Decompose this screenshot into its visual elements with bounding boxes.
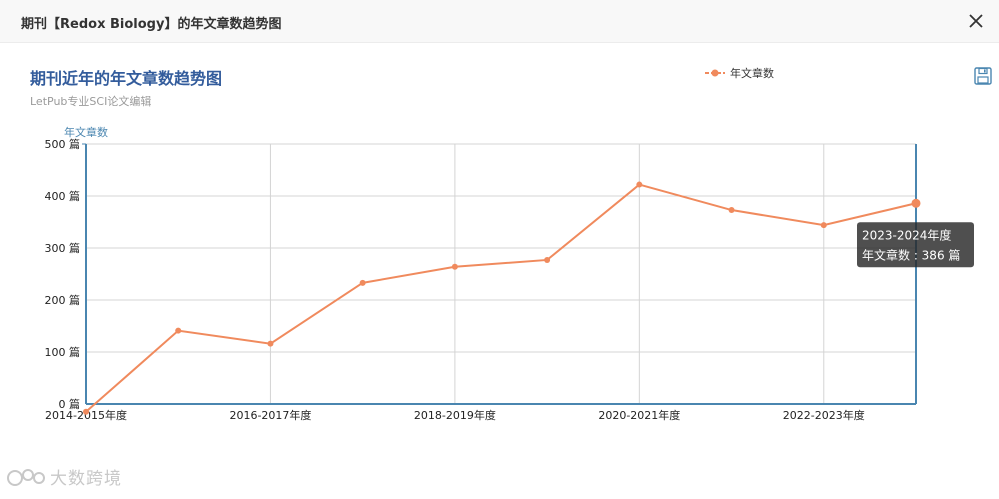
data-point — [636, 181, 643, 188]
y-tick-label: 100 篇 — [45, 345, 81, 359]
data-point — [911, 198, 921, 208]
chart-series — [83, 181, 921, 415]
x-tick-label: 2018-2019年度 — [414, 408, 496, 422]
dialog-content: 0 篇 100 篇 200 篇 300 篇 400 篇 500 篇 2014-2015年度 2… — [0, 43, 999, 499]
save-icon[interactable] — [974, 67, 992, 85]
data-point — [359, 279, 366, 286]
watermark: 大数跨境 — [6, 464, 122, 489]
y-tick-label: 300 篇 — [45, 241, 81, 255]
x-tick-label: 2020-2021年度 — [598, 408, 680, 422]
chart-axes — [82, 143, 917, 405]
x-tick-label: 2022-2023年度 — [783, 408, 865, 422]
dialog-titlebar: 期刊【Redox Biology】的年文章数趋势图 — [0, 0, 999, 43]
y-axis-label: 年文章数 — [64, 125, 108, 139]
dialog: 期刊【Redox Biology】的年文章数趋势图 0 篇 100 篇 200 篇3… — [0, 0, 999, 499]
x-tick-label: 2016-2017年度 — [229, 408, 311, 422]
y-tick-label: 200 篇 — [45, 293, 81, 307]
chart-gridlines — [85, 143, 916, 405]
data-point — [83, 408, 89, 415]
tooltip-value: 年文章数 : 386 篇 — [862, 247, 960, 262]
y-tick-label: 500 篇 — [45, 137, 81, 151]
watermark-text: 大数跨境 — [50, 469, 122, 489]
data-point — [175, 327, 182, 334]
data-point — [728, 207, 735, 214]
tooltip-category: 2023-2024年度 — [862, 227, 951, 242]
dialog-title: 期刊【Redox Biology】的年文章数趋势图 — [21, 17, 282, 32]
data-point — [451, 263, 458, 270]
legend-label: 年文章数 — [730, 67, 774, 80]
chart-tooltip: 2023-2024年度年文章数 : 386 篇 — [857, 222, 974, 268]
data-point — [267, 340, 274, 347]
close-icon[interactable] — [965, 10, 987, 32]
trend-chart: 0 篇100 篇200 篇300 篇400 篇500 篇2014-2015年度 2… — [45, 125, 974, 422]
legend-marker-icon — [705, 69, 725, 77]
chart-subtitle: LetPub专业SCI论文编辑 — [30, 95, 152, 108]
chart-title: 期刊近年的年文章数趋势图 — [30, 69, 223, 88]
data-point — [820, 222, 827, 229]
series-line — [85, 183, 917, 413]
y-tick-label: 400 篇 — [45, 189, 81, 203]
data-point — [544, 256, 551, 263]
chart-legend-item[interactable]: 年文章数 — [704, 65, 774, 81]
watermark-logo-icon — [7, 468, 45, 486]
